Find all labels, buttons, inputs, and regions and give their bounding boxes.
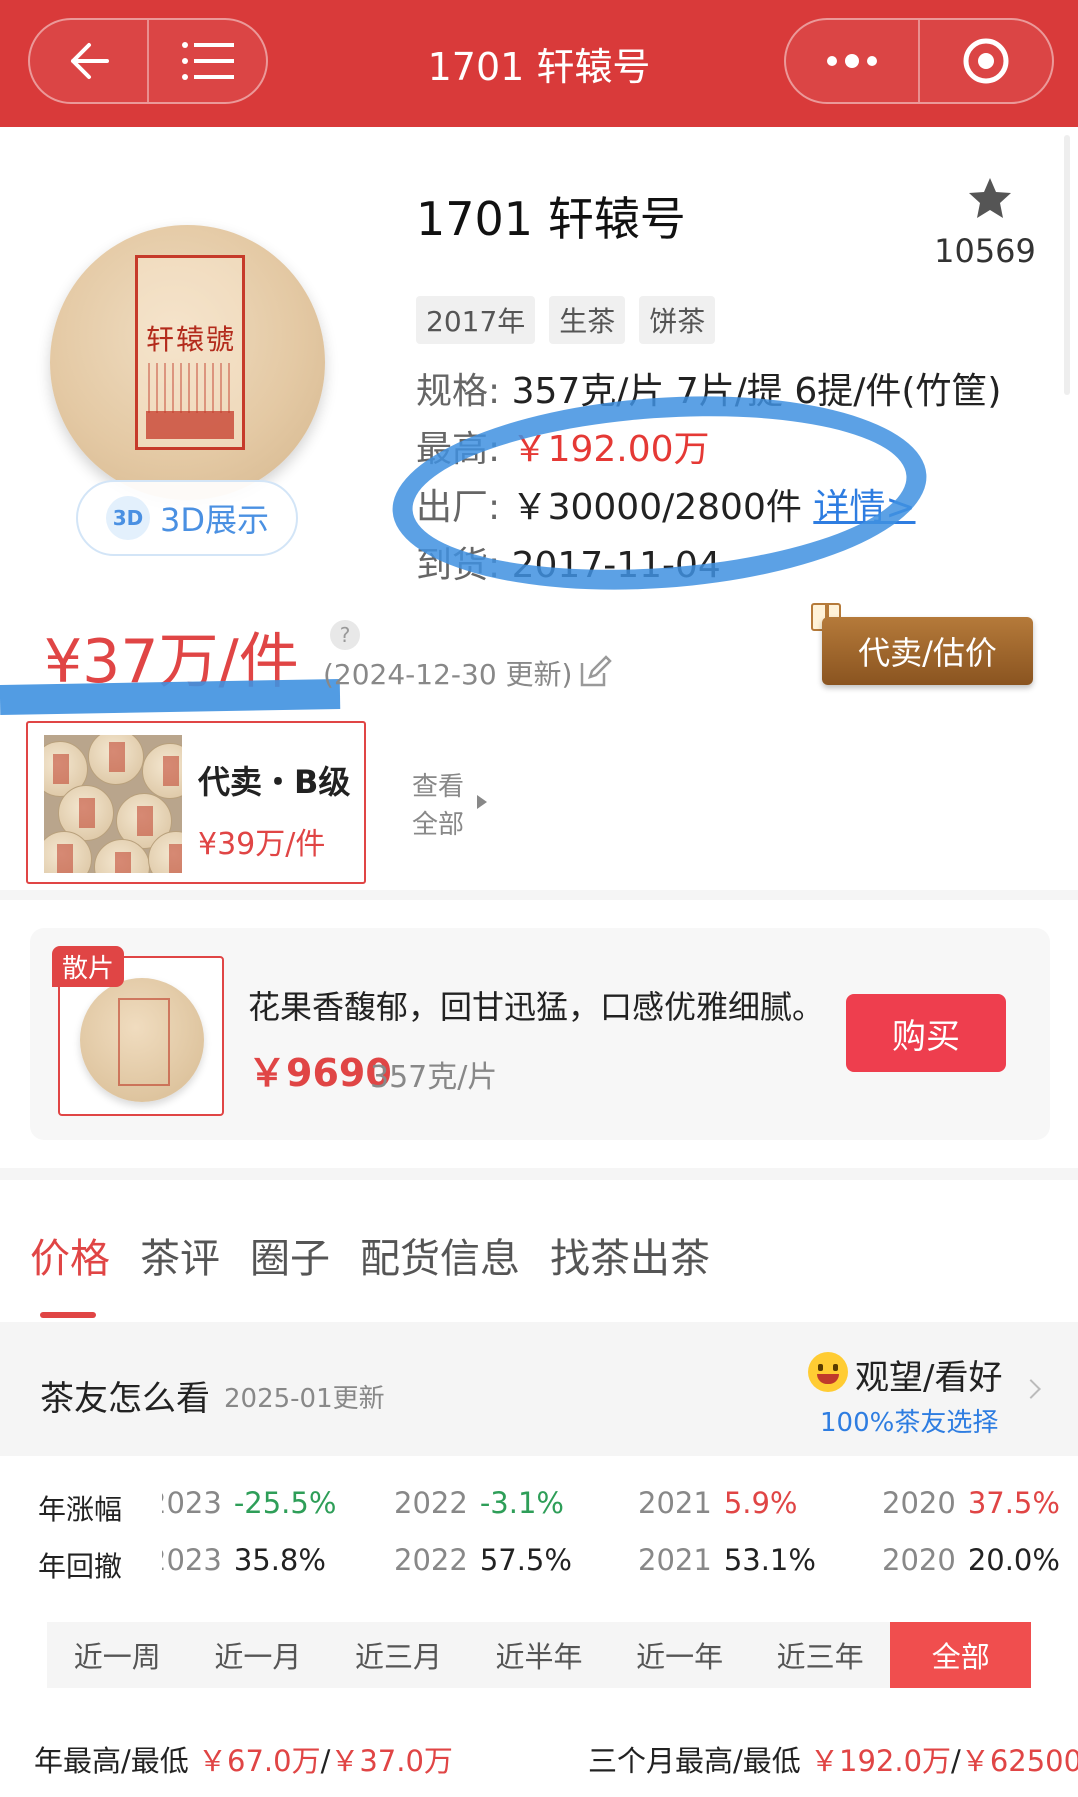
annual-rise-scroller[interactable]: 2023-25.5% 2022-3.1% 20215.9% 202037.5% bbox=[162, 1486, 1078, 1526]
edit-icon[interactable] bbox=[578, 655, 612, 689]
tab-review[interactable]: 茶评 bbox=[140, 1226, 220, 1284]
title-bar: 1701 轩辕号 bbox=[0, 0, 1078, 127]
tab-price[interactable]: 价格 bbox=[30, 1226, 110, 1284]
miniapp-capsule bbox=[784, 18, 1054, 104]
product-image[interactable]: 轩辕號 bbox=[50, 225, 325, 500]
drawdown-item: 2022 57.5% bbox=[394, 1543, 572, 1577]
spec-label: 规格: bbox=[416, 371, 501, 412]
opinion-percent: 100%茶友选择 bbox=[820, 1408, 999, 1438]
loose-piece-badge: 散片 bbox=[52, 946, 125, 987]
section-divider bbox=[0, 1168, 1078, 1180]
section-divider bbox=[0, 890, 1078, 900]
help-icon[interactable]: ? bbox=[330, 620, 360, 650]
tag-year: 2017年 bbox=[416, 296, 536, 344]
cake-wrapper-label: 轩辕號 bbox=[135, 255, 245, 450]
3d-view-button[interactable]: 3D 3D展示 bbox=[76, 480, 298, 556]
listing-card[interactable]: 代卖・B级 ¥39万/件 bbox=[26, 721, 366, 884]
tag-form: 饼茶 bbox=[639, 296, 716, 344]
view-all-link[interactable]: 查看 全部 bbox=[412, 768, 472, 844]
opinion-title: 茶友怎么看 bbox=[40, 1379, 210, 1419]
annual-drawdown-scroller[interactable]: 202335.8% 202257.5% 202153.1% 202020.0% bbox=[162, 1543, 1078, 1583]
cube-3d-icon: 3D bbox=[106, 496, 150, 540]
drawdown-item: 2020 20.0% bbox=[882, 1543, 1060, 1577]
rise-item: 2021 5.9% bbox=[638, 1486, 798, 1520]
price-update-date: (2024-12-30 更新) bbox=[323, 658, 573, 691]
close-button[interactable] bbox=[918, 20, 1052, 102]
opinion-date: 2025-01更新 bbox=[224, 1384, 385, 1414]
opinion-section[interactable]: 茶友怎么看 2025-01更新 观望/看好 100%茶友选择 bbox=[0, 1322, 1078, 1456]
range-month[interactable]: 近一月 bbox=[188, 1622, 329, 1688]
chevron-right-icon bbox=[1021, 1379, 1041, 1399]
rise-item: 2020 37.5% bbox=[882, 1486, 1060, 1520]
range-week[interactable]: 近一周 bbox=[47, 1622, 188, 1688]
annual-rise-label: 年涨幅 bbox=[38, 1493, 123, 1526]
3d-view-label: 3D展示 bbox=[160, 501, 270, 539]
listing-title: 代卖・B级 bbox=[198, 763, 351, 801]
product-name: 1701 轩辕号 bbox=[416, 192, 686, 246]
range-3years[interactable]: 近三年 bbox=[750, 1622, 891, 1688]
listing-price: ¥39万/件 bbox=[198, 827, 326, 862]
range-3months[interactable]: 近三月 bbox=[328, 1622, 469, 1688]
scrollbar[interactable] bbox=[1064, 135, 1070, 395]
drawdown-item: 2021 53.1% bbox=[638, 1543, 816, 1577]
tag-type: 生茶 bbox=[549, 296, 626, 344]
annual-drawdown-label: 年回撤 bbox=[38, 1550, 123, 1583]
smile-emoji-icon bbox=[808, 1352, 848, 1392]
loose-piece-description: 花果香馥郁，回甘迅猛，口感优雅细腻。 bbox=[248, 988, 825, 1026]
range-year[interactable]: 近一年 bbox=[609, 1622, 750, 1688]
consign-appraise-button[interactable]: 代卖/估价 bbox=[822, 617, 1033, 685]
listing-thumbnail bbox=[44, 735, 182, 873]
range-half-year[interactable]: 近半年 bbox=[469, 1622, 610, 1688]
favorite-count: 10569 bbox=[934, 232, 1036, 270]
time-range-selector: 近一周 近一月 近三月 近半年 近一年 近三年 全部 bbox=[47, 1622, 1032, 1688]
year-high-low: 年最高/最低 ￥67.0万/￥37.0万 bbox=[34, 1744, 453, 1778]
tab-circle[interactable]: 圈子 bbox=[250, 1226, 330, 1284]
tag-list: 2017年 生茶 饼茶 bbox=[416, 296, 716, 344]
tab-active-indicator bbox=[40, 1312, 96, 1318]
tab-find-tea[interactable]: 找茶出茶 bbox=[550, 1226, 710, 1284]
tab-distribution[interactable]: 配货信息 bbox=[360, 1226, 520, 1284]
blue-marker-underline bbox=[0, 679, 341, 715]
star-icon[interactable] bbox=[967, 176, 1013, 220]
buy-button[interactable]: 购买 bbox=[846, 994, 1006, 1072]
loose-piece-unit: 357克/片 bbox=[370, 1060, 498, 1095]
more-button[interactable] bbox=[786, 20, 918, 102]
rise-item: 2022 -3.1% bbox=[394, 1486, 564, 1520]
quarter-high-low: 三个月最高/最低 ￥192.0万/￥62500 bbox=[588, 1744, 1078, 1778]
triangle-right-icon bbox=[477, 795, 487, 809]
loose-piece-card[interactable]: 散片 花果香馥郁，回甘迅猛，口感优雅细腻。 ￥9690 357克/片 购买 bbox=[30, 928, 1050, 1140]
close-target-icon bbox=[963, 38, 1009, 84]
cake-title-text: 轩辕號 bbox=[146, 323, 237, 356]
opinion-choice: 观望/看好 bbox=[855, 1358, 1003, 1398]
range-all[interactable]: 全部 bbox=[890, 1622, 1032, 1688]
rise-item: 2023-25.5% bbox=[162, 1486, 337, 1520]
more-dots-icon bbox=[827, 54, 877, 68]
tab-bar: 价格 茶评 圈子 配货信息 找茶出茶 bbox=[30, 1226, 710, 1284]
drawdown-item: 202335.8% bbox=[162, 1543, 326, 1577]
